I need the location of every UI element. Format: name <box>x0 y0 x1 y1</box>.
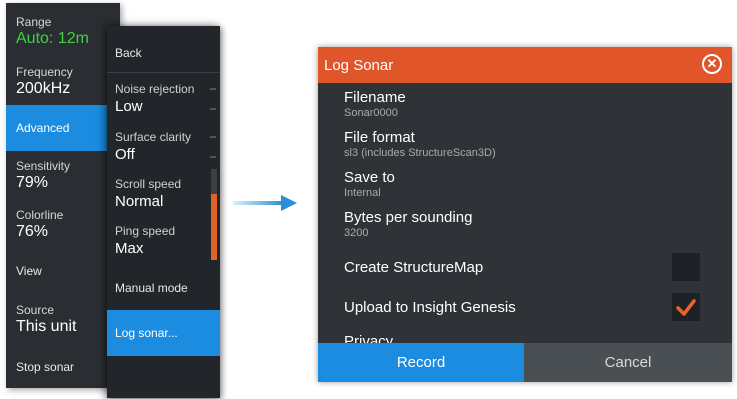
right-arrow-icon <box>233 195 297 211</box>
bytes-per-sounding-value: 3200 <box>344 227 369 239</box>
colorline-label: Colorline <box>16 208 64 222</box>
frequency-value: 200kHz <box>16 80 71 97</box>
surface-clarity-value: Off <box>115 146 135 163</box>
log-sonar-dialog: Log Sonar ✕ Filename Sonar0000 File form… <box>318 47 732 382</box>
file-format-value: sl3 (includes StructureScan3D) <box>344 147 496 159</box>
view-item[interactable]: View <box>6 262 120 280</box>
filename-row[interactable]: Filename Sonar0000 <box>344 89 406 119</box>
frequency-label: Frequency <box>16 65 73 79</box>
sensitivity-label: Sensitivity <box>16 159 71 173</box>
range-label: Range <box>16 15 52 29</box>
back-label: Back <box>115 46 142 60</box>
manual-mode-label: Manual mode <box>115 281 188 295</box>
privacy-row[interactable]: Privacy <box>344 333 393 343</box>
scrollbar-track[interactable] <box>211 169 217 194</box>
create-structuremap-checkbox[interactable] <box>672 253 700 281</box>
dialog-title: Log Sonar <box>324 57 394 74</box>
back-item[interactable]: Back <box>107 44 220 62</box>
create-structuremap-row: Create StructureMap <box>344 259 483 276</box>
filename-label: Filename <box>344 89 406 106</box>
divider <box>107 72 220 73</box>
advanced-item[interactable]: Advanced <box>6 105 120 151</box>
close-icon[interactable]: ✕ <box>702 54 722 74</box>
stop-sonar-label: Stop sonar <box>16 360 75 374</box>
create-structuremap-label: Create StructureMap <box>344 259 484 276</box>
colorline-value: 76% <box>16 223 49 240</box>
range-item[interactable]: Range Auto: 12m <box>6 15 120 48</box>
file-format-row[interactable]: File format sl3 (includes StructureScan3… <box>344 129 496 159</box>
stop-sonar-item[interactable]: Stop sonar <box>6 358 120 376</box>
scroll-speed-label: Scroll speed <box>115 177 182 191</box>
bytes-per-sounding-row[interactable]: Bytes per sounding 3200 <box>344 209 472 239</box>
cancel-button[interactable]: Cancel <box>524 343 732 382</box>
sonar-sidebar-menu: Range Auto: 12m Frequency 200kHz Advance… <box>6 3 120 388</box>
save-to-label: Save to <box>344 169 395 186</box>
log-sonar-label: Log sonar... <box>115 326 178 340</box>
source-item[interactable]: Source This unit <box>6 303 120 336</box>
surface-clarity-label: Surface clarity <box>115 130 192 144</box>
file-format-label: File format <box>344 129 415 146</box>
upload-insight-row: Upload to Insight Genesis <box>344 299 516 316</box>
ping-speed-item[interactable]: Ping speed Max <box>107 224 220 257</box>
dialog-title-bar: Log Sonar ✕ <box>318 47 732 83</box>
upload-insight-checkbox[interactable] <box>672 293 700 321</box>
source-value: This unit <box>16 318 77 335</box>
noise-rejection-item[interactable]: Noise rejection Low <box>107 82 220 115</box>
noise-rejection-label: Noise rejection <box>115 82 195 96</box>
ping-speed-value: Max <box>115 240 144 257</box>
colorline-item[interactable]: Colorline 76% <box>6 208 120 241</box>
view-label: View <box>16 264 42 278</box>
scrollbar-thumb[interactable] <box>211 194 217 260</box>
filename-value: Sonar0000 <box>344 107 398 119</box>
noise-rejection-value: Low <box>115 98 143 115</box>
surface-clarity-item[interactable]: Surface clarity Off <box>107 130 220 163</box>
scroll-speed-value: Normal <box>115 193 164 210</box>
advanced-submenu: Back Noise rejection Low Surface clarity… <box>107 26 220 398</box>
privacy-label: Privacy <box>344 333 394 343</box>
record-button[interactable]: Record <box>318 343 524 382</box>
save-to-value: Internal <box>344 187 381 199</box>
frequency-item[interactable]: Frequency 200kHz <box>6 65 120 98</box>
source-label: Source <box>16 303 55 317</box>
range-value: Auto: 12m <box>16 30 89 47</box>
save-to-row[interactable]: Save to Internal <box>344 169 395 199</box>
ping-speed-label: Ping speed <box>115 224 176 238</box>
advanced-label: Advanced <box>16 121 70 135</box>
drag-handle-icon <box>210 88 216 110</box>
log-sonar-item[interactable]: Log sonar... <box>107 310 220 356</box>
scroll-speed-item[interactable]: Scroll speed Normal <box>107 177 220 210</box>
drag-handle-icon <box>210 136 216 158</box>
sensitivity-value: 79% <box>16 174 49 191</box>
bytes-per-sounding-label: Bytes per sounding <box>344 209 473 226</box>
checkmark-icon <box>676 299 696 316</box>
sensitivity-item[interactable]: Sensitivity 79% <box>6 159 120 192</box>
upload-insight-label: Upload to Insight Genesis <box>344 299 516 316</box>
manual-mode-item[interactable]: Manual mode <box>107 279 220 297</box>
